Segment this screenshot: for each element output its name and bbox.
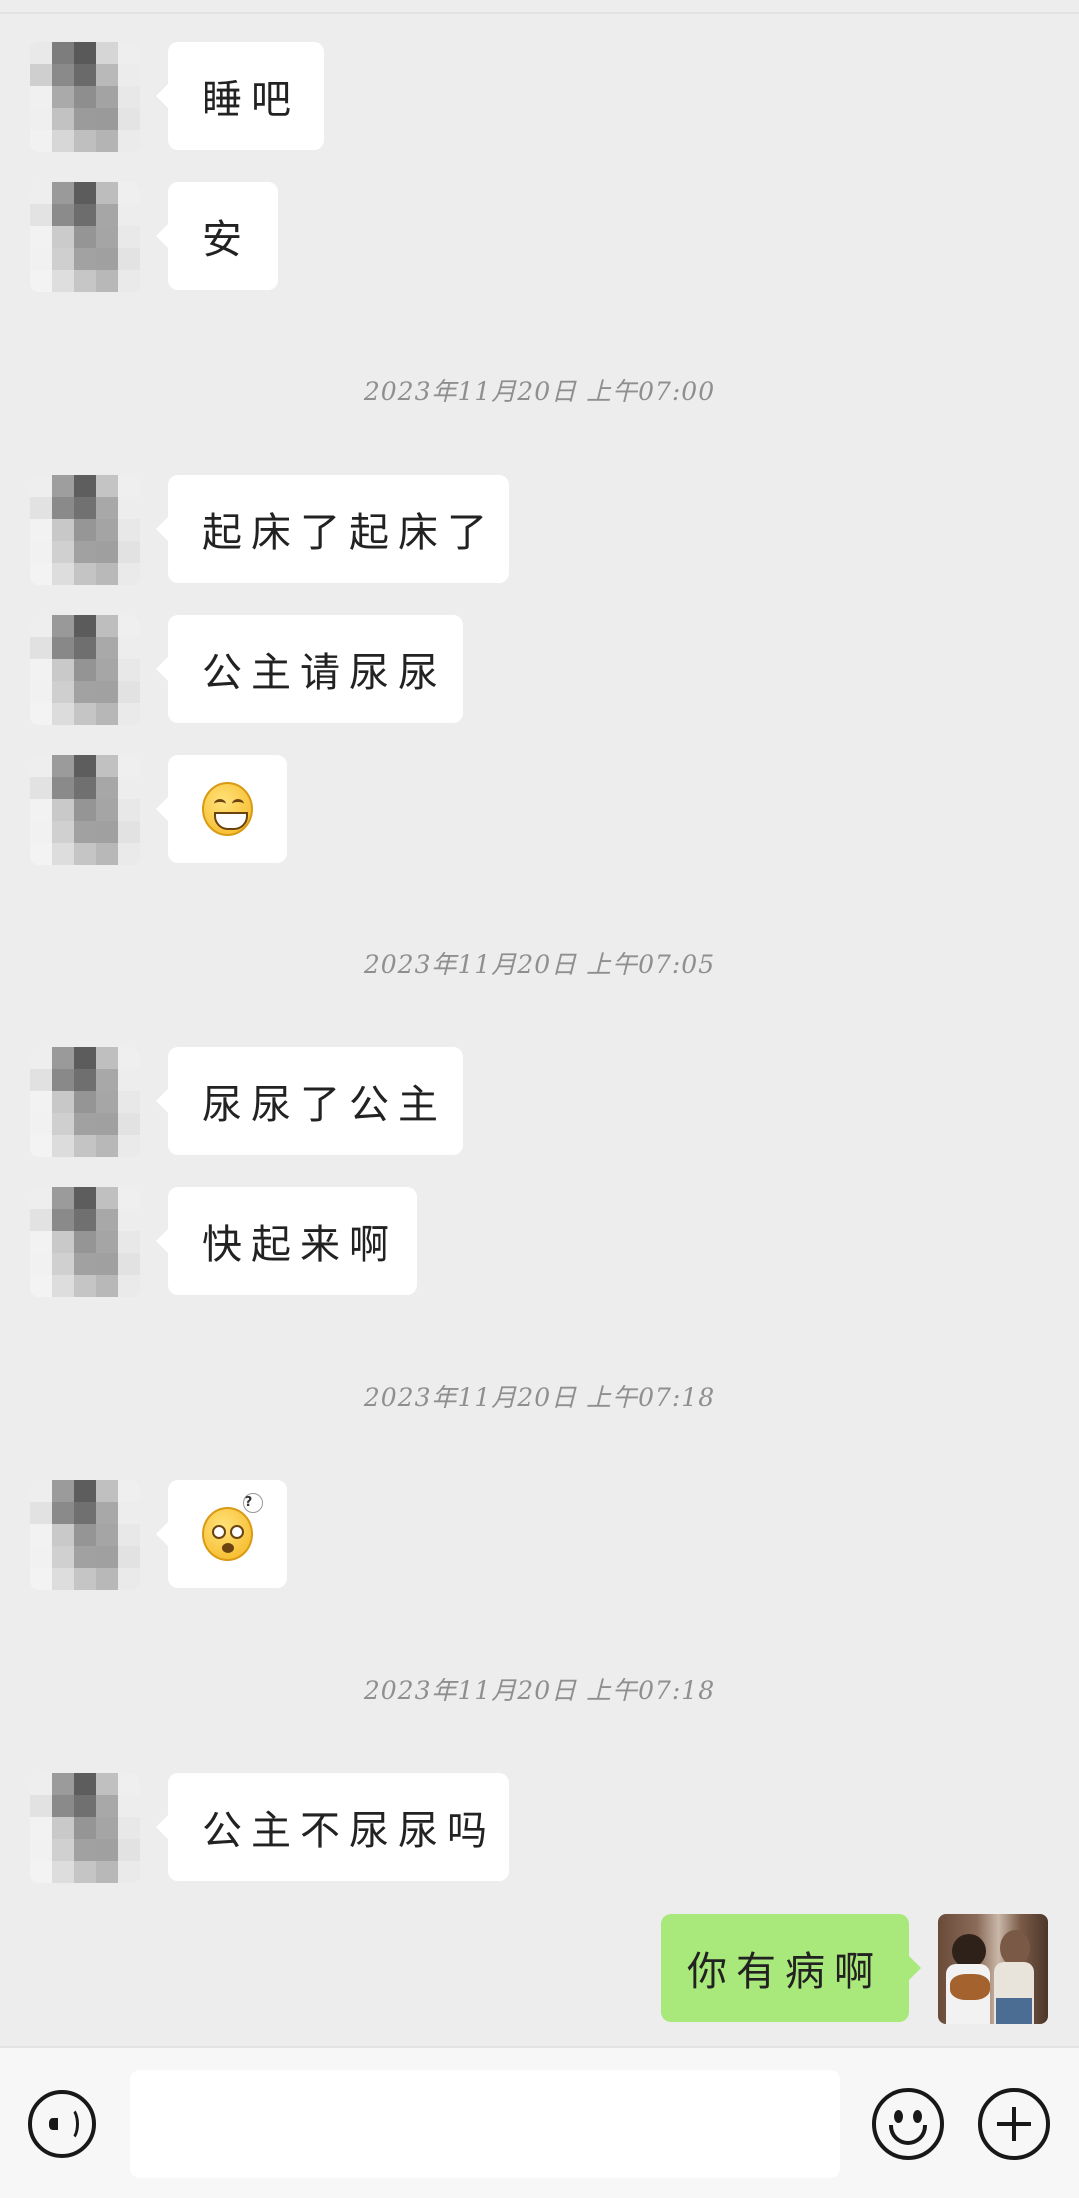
contact-avatar[interactable] <box>30 182 140 292</box>
contact-avatar[interactable] <box>30 615 140 725</box>
input-bar <box>0 2046 1079 2198</box>
contact-avatar[interactable] <box>30 1480 140 1590</box>
timestamp: 2023年11月20日 上午07:18 <box>363 1676 716 1705</box>
message-bubble[interactable]: 快起来啊 <box>156 1187 417 1295</box>
message-bubble[interactable]: 睡吧 <box>156 42 324 150</box>
message-bubble[interactable]: 起床了起床了 <box>156 475 509 583</box>
message-bubble[interactable]: 公主不尿尿吗 <box>156 1773 509 1881</box>
outgoing-message-bubble[interactable]: 你有病啊 <box>661 1914 921 2022</box>
grinning-squint-emoji-icon <box>202 782 253 836</box>
contact-avatar[interactable] <box>30 1773 140 1883</box>
message-input[interactable] <box>130 2070 840 2178</box>
self-avatar[interactable] <box>938 1914 1048 2024</box>
plus-icon[interactable] <box>978 2088 1050 2160</box>
timestamp: 2023年11月20日 上午07:18 <box>363 1383 716 1412</box>
timestamp: 2023年11月20日 上午07:00 <box>363 377 716 406</box>
top-divider <box>0 12 1079 14</box>
contact-avatar[interactable] <box>30 42 140 152</box>
emoji-icon[interactable] <box>872 2088 944 2160</box>
message-bubble[interactable]: 公主请尿尿 <box>156 615 463 723</box>
message-bubble[interactable] <box>156 755 287 863</box>
voice-input-icon[interactable] <box>28 2090 96 2158</box>
timestamp: 2023年11月20日 上午07:05 <box>363 950 716 979</box>
contact-avatar[interactable] <box>30 1187 140 1297</box>
contact-avatar[interactable] <box>30 1047 140 1157</box>
message-bubble[interactable]: ? <box>156 1480 287 1588</box>
contact-avatar[interactable] <box>30 475 140 585</box>
contact-avatar[interactable] <box>30 755 140 865</box>
confused-question-emoji-icon: ? <box>202 1493 263 1561</box>
message-bubble[interactable]: 尿尿了公主 <box>156 1047 463 1155</box>
message-bubble[interactable]: 安 <box>156 182 278 290</box>
